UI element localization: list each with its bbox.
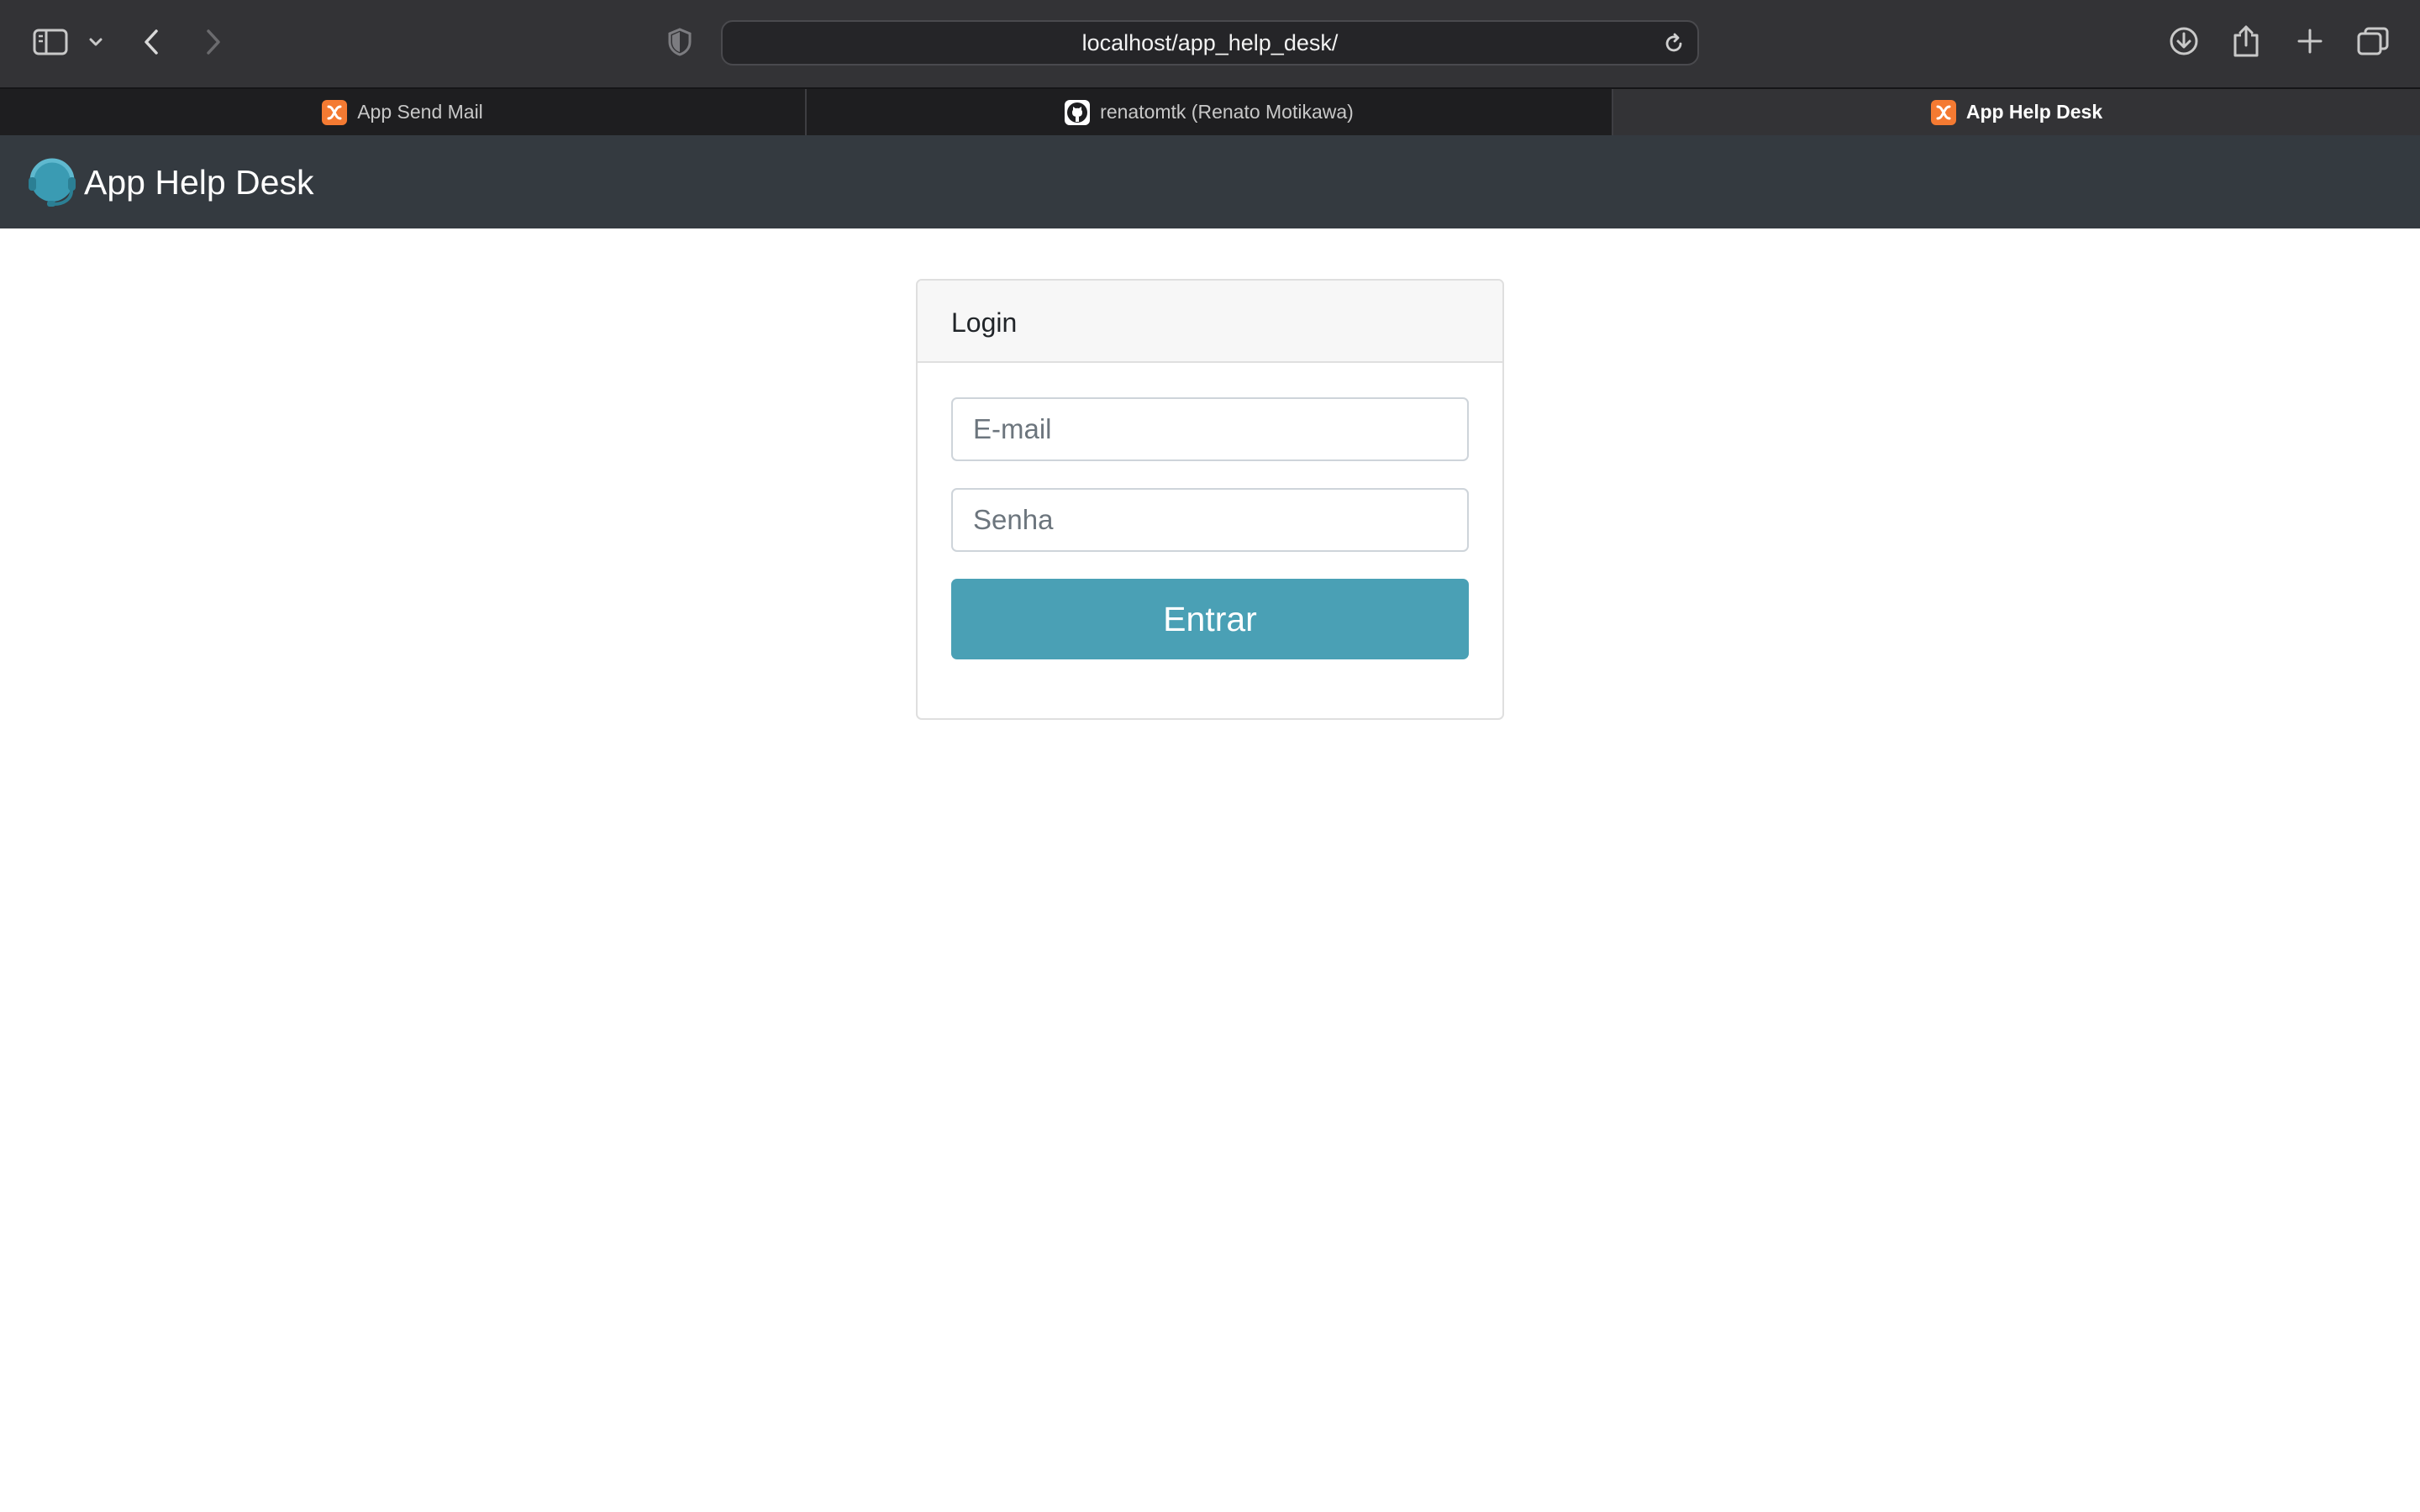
tab-github[interactable]: renatomtk (Renato Motikawa) [807,89,1612,135]
app-navbar: App Help Desk [0,135,2420,228]
xampp-icon [1930,99,1956,125]
tab-title: App Help Desk [1965,101,2103,123]
login-card: Login Entrar [916,279,1504,720]
url-text[interactable]: localhost/app_help_desk/ [723,22,1697,64]
xampp-icon [322,99,348,125]
browser-toolbar: localhost/app_help_desk/ [0,0,2420,87]
back-icon[interactable] [141,27,163,57]
tab-strip: App Send Mail renatomtk (Renato Motikawa… [0,87,2420,135]
tab-title: App Send Mail [357,101,483,123]
share-icon[interactable] [2232,24,2260,59]
brand-name[interactable]: App Help Desk [84,159,313,206]
password-field[interactable] [951,488,1469,552]
tab-overview-icon[interactable] [2356,25,2390,57]
address-bar[interactable]: localhost/app_help_desk/ [721,20,1699,66]
card-title: Login [951,307,1018,338]
forward-icon[interactable] [202,27,224,57]
tab-app-send-mail[interactable]: App Send Mail [0,89,805,135]
shield-icon[interactable] [667,27,692,57]
reload-icon[interactable] [1662,32,1686,60]
tab-app-help-desk[interactable]: App Help Desk [1613,89,2420,135]
enter-button[interactable]: Entrar [951,579,1469,659]
tab-title: renatomtk (Renato Motikawa) [1100,101,1354,123]
card-header: Login [918,281,1502,363]
headset-icon[interactable] [27,155,77,212]
chevron-down-icon[interactable] [87,34,104,50]
download-icon[interactable] [2168,25,2200,57]
new-tab-icon[interactable] [2296,27,2324,55]
email-field[interactable] [951,397,1469,461]
sidebar-icon[interactable] [32,27,69,57]
github-icon [1065,99,1091,125]
